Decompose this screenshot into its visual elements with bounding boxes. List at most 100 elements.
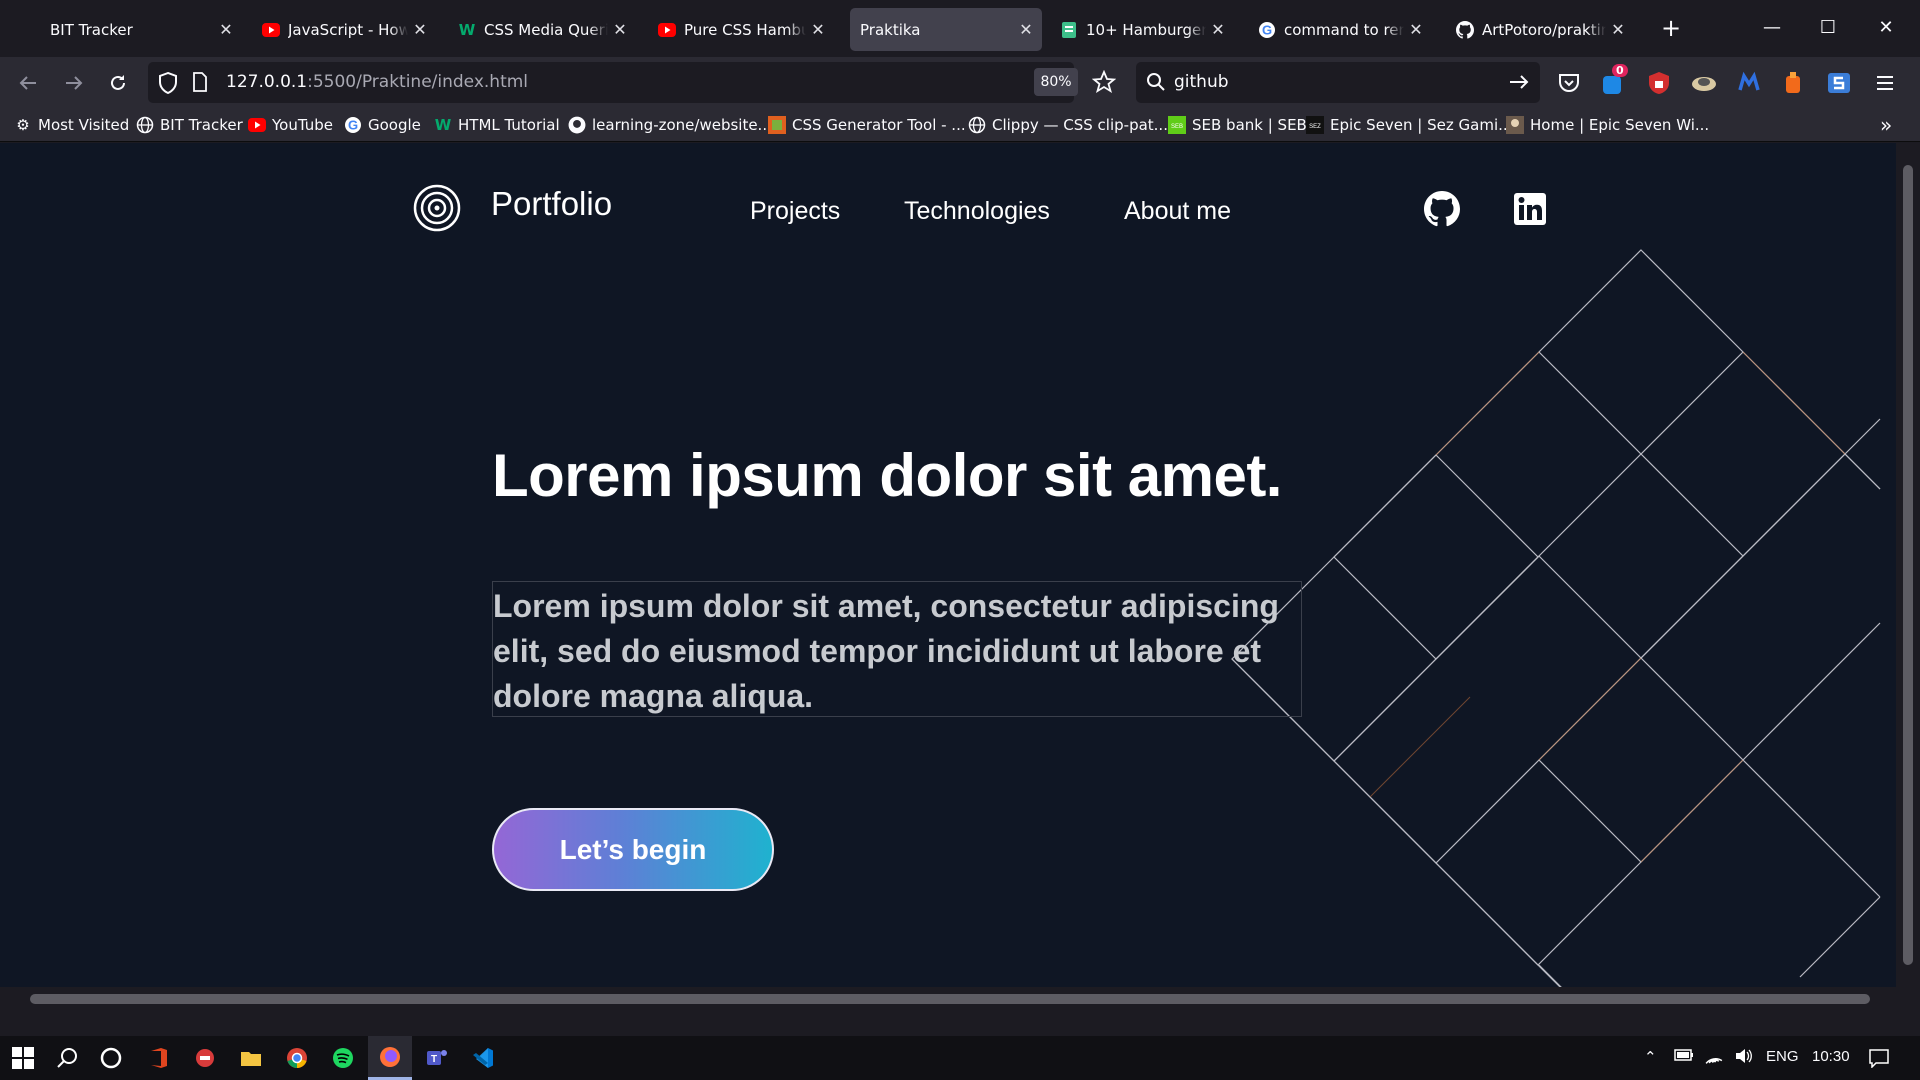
portfolio-logo-icon[interactable] xyxy=(412,183,462,233)
svg-text:G: G xyxy=(1262,22,1272,37)
go-arrow-icon[interactable] xyxy=(1508,72,1530,96)
malwarebytes-icon[interactable] xyxy=(1736,70,1762,96)
teams-icon[interactable]: T xyxy=(422,1043,452,1073)
vscode-icon[interactable] xyxy=(468,1043,498,1073)
menu-icon[interactable] xyxy=(1872,70,1898,96)
scrollbar-thumb[interactable] xyxy=(30,994,1870,1004)
cortana-icon[interactable] xyxy=(96,1043,126,1073)
bookmarks-overflow-button[interactable]: » xyxy=(1880,113,1892,137)
back-button[interactable] xyxy=(10,65,46,101)
windows-taskbar: T ⌃ ENG 10:30 xyxy=(0,1036,1920,1080)
firefox-icon[interactable] xyxy=(368,1036,412,1080)
close-icon[interactable]: ✕ xyxy=(1014,20,1038,39)
language-indicator[interactable]: ENG xyxy=(1766,1048,1799,1065)
clock[interactable]: 10:30 xyxy=(1812,1048,1850,1065)
orange-extension-icon[interactable] xyxy=(1780,70,1806,96)
svg-text:SEZ: SEZ xyxy=(1309,124,1321,130)
office-icon[interactable] xyxy=(144,1043,174,1073)
tab-title: Praktika xyxy=(860,20,921,39)
reload-button[interactable] xyxy=(100,65,136,101)
close-icon[interactable]: ✕ xyxy=(214,20,238,39)
arrow-right-icon xyxy=(66,76,83,90)
background-diamond-pattern xyxy=(1231,249,1881,999)
close-icon[interactable]: ✕ xyxy=(408,20,432,39)
bookmark-google[interactable]: G Google xyxy=(344,114,421,136)
ublock-icon[interactable] xyxy=(1646,70,1672,96)
reload-icon xyxy=(111,75,125,90)
close-icon[interactable]: ✕ xyxy=(806,20,830,39)
minimize-button[interactable]: — xyxy=(1744,12,1800,44)
tab-pure-css-hamburger[interactable]: Pure CSS Hamburger ✕ xyxy=(648,8,834,51)
doc-icon xyxy=(1060,21,1078,39)
nav-link-about-me[interactable]: About me xyxy=(1124,197,1231,226)
url-text[interactable]: 127.0.0.1:5500/Praktine/index.html xyxy=(226,72,528,92)
bookmark-learning-zone[interactable]: learning-zone/website... xyxy=(568,114,772,136)
new-tab-button[interactable]: + xyxy=(1656,14,1686,44)
bookmark-epic-seven-sez[interactable]: SEZ Epic Seven | Sez Gami... xyxy=(1306,114,1512,136)
tab-strip: BIT Tracker ✕ JavaScript - How to ✕ W CS… xyxy=(0,0,1920,57)
notification-extension-icon[interactable]: 0 xyxy=(1600,64,1628,96)
nav-link-technologies[interactable]: Technologies xyxy=(904,197,1050,226)
tab-javascript[interactable]: JavaScript - How to ✕ xyxy=(252,8,436,51)
tab-command-to-remove[interactable]: G command to remove ✕ xyxy=(1248,8,1432,51)
tab-css-media-queries[interactable]: W CSS Media Queries ✕ xyxy=(448,8,636,51)
pocket-icon[interactable] xyxy=(1556,70,1582,96)
file-explorer-icon[interactable] xyxy=(236,1043,266,1073)
chrome-icon[interactable] xyxy=(282,1043,312,1073)
lets-begin-button[interactable]: Let’s begin xyxy=(492,808,774,891)
bookmark-label: Google xyxy=(368,116,421,134)
close-icon[interactable]: ✕ xyxy=(1206,20,1230,39)
shield-icon[interactable] xyxy=(158,71,178,98)
bookmark-most-visited[interactable]: ⚙ Most Visited xyxy=(14,114,129,136)
bookmark-youtube[interactable]: YouTube xyxy=(248,114,333,136)
bookmark-html-tutorial[interactable]: W HTML Tutorial xyxy=(434,114,560,136)
tab-artpotoro-praktine[interactable]: ArtPotoro/praktine ✕ xyxy=(1446,8,1634,51)
url-bar[interactable]: 127.0.0.1:5500/Praktine/index.html 80% xyxy=(148,62,1117,103)
cloud-extension-icon[interactable] xyxy=(1690,70,1716,96)
zoom-level-badge[interactable]: 80% xyxy=(1034,68,1078,96)
windows-start-icon[interactable] xyxy=(8,1043,38,1073)
search-input[interactable]: github xyxy=(1174,72,1229,92)
forward-button[interactable] xyxy=(56,65,92,101)
site-brand[interactable]: Portfolio xyxy=(491,185,612,223)
blank-favicon-icon xyxy=(24,21,42,39)
bookmark-seb-bank[interactable]: SEB SEB bank | SEB xyxy=(1168,114,1307,136)
bookmark-bit-tracker[interactable]: BIT Tracker xyxy=(136,114,243,136)
scrollbar-thumb[interactable] xyxy=(1903,165,1913,965)
star-icon[interactable] xyxy=(1091,69,1117,98)
bookmark-css-generator[interactable]: CSS Generator Tool - ... xyxy=(768,114,966,136)
s-extension-icon[interactable] xyxy=(1826,70,1852,96)
nav-link-projects[interactable]: Projects xyxy=(750,197,840,226)
red-app-icon[interactable] xyxy=(190,1043,220,1073)
page-icon[interactable] xyxy=(192,72,208,96)
bookmark-label: CSS Generator Tool - ... xyxy=(792,116,966,134)
close-icon[interactable]: ✕ xyxy=(1606,20,1630,39)
volume-icon[interactable] xyxy=(1734,1048,1754,1068)
bookmark-epic-seven-wiki[interactable]: Home | Epic Seven Wi... xyxy=(1506,114,1709,136)
google-icon: G xyxy=(344,116,362,134)
wifi-icon[interactable] xyxy=(1704,1048,1724,1068)
linkedin-icon[interactable] xyxy=(1512,191,1548,227)
hero-description: Lorem ipsum dolor sit amet, consectetur … xyxy=(492,581,1302,717)
sez-icon: SEZ xyxy=(1306,116,1324,134)
horizontal-scrollbar[interactable] xyxy=(0,987,1896,1011)
notification-center-icon[interactable] xyxy=(1868,1048,1890,1072)
tab-hamburger-menu[interactable]: 10+ Hamburger Me ✕ xyxy=(1050,8,1234,51)
github-icon[interactable] xyxy=(1424,191,1460,227)
page-viewport: Portfolio Projects Technologies About me… xyxy=(0,143,1920,1011)
tab-title: ArtPotoro/praktine xyxy=(1482,20,1606,39)
show-hidden-icons-chevron-icon[interactable]: ⌃ xyxy=(1644,1048,1657,1066)
maximize-button[interactable]: ☐ xyxy=(1800,12,1856,44)
bookmark-clippy[interactable]: Clippy — CSS clip-pat... xyxy=(968,114,1168,136)
close-icon[interactable]: ✕ xyxy=(608,20,632,39)
close-window-button[interactable]: ✕ xyxy=(1858,12,1914,44)
tab-praktika[interactable]: Praktika ✕ xyxy=(850,8,1042,51)
search-icon[interactable] xyxy=(52,1043,82,1073)
gear-icon: ⚙ xyxy=(16,116,30,134)
search-bar[interactable]: github xyxy=(1136,62,1540,103)
close-icon[interactable]: ✕ xyxy=(1404,20,1428,39)
tab-bit-tracker[interactable]: BIT Tracker ✕ xyxy=(14,8,242,51)
battery-icon[interactable] xyxy=(1674,1048,1694,1066)
spotify-icon[interactable] xyxy=(328,1043,358,1073)
vertical-scrollbar[interactable] xyxy=(1896,143,1920,1011)
